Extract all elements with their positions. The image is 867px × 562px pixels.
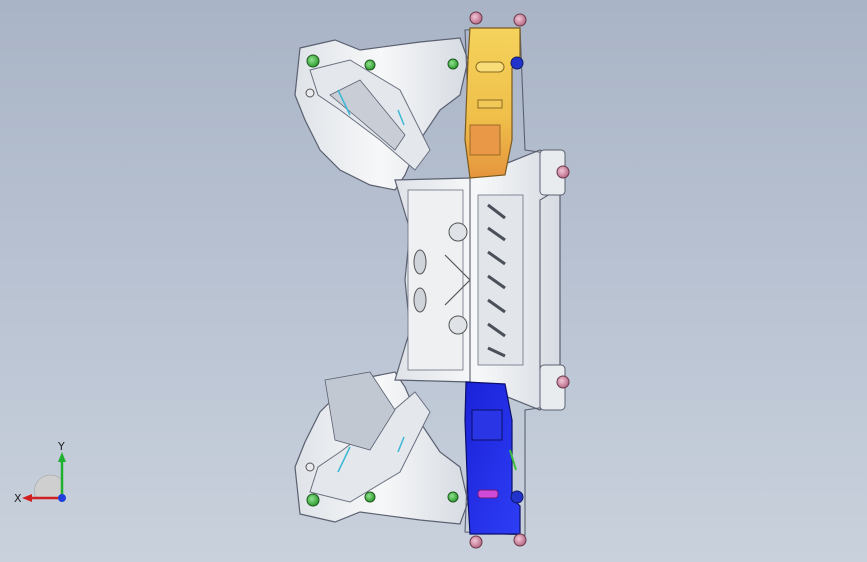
- center-crossmember[interactable]: [394, 149, 561, 411]
- subframe-3d-model[interactable]: [0, 0, 867, 562]
- x-axis-arrow: [22, 494, 32, 502]
- upper-control-arm-mount[interactable]: [294, 37, 469, 191]
- lower-control-arm-mount[interactable]: [294, 371, 469, 525]
- z-axis-dot: [58, 494, 66, 502]
- axis-triad[interactable]: Y X: [14, 440, 74, 510]
- upper-mounting-bracket[interactable]: [464, 27, 521, 179]
- graphics-viewport[interactable]: Y X: [0, 0, 867, 562]
- triad-plane: [34, 474, 63, 499]
- lower-mounting-bracket[interactable]: [464, 381, 521, 535]
- y-axis-label: Y: [57, 440, 65, 453]
- x-axis-label: X: [14, 492, 22, 505]
- y-axis-arrow: [58, 452, 66, 462]
